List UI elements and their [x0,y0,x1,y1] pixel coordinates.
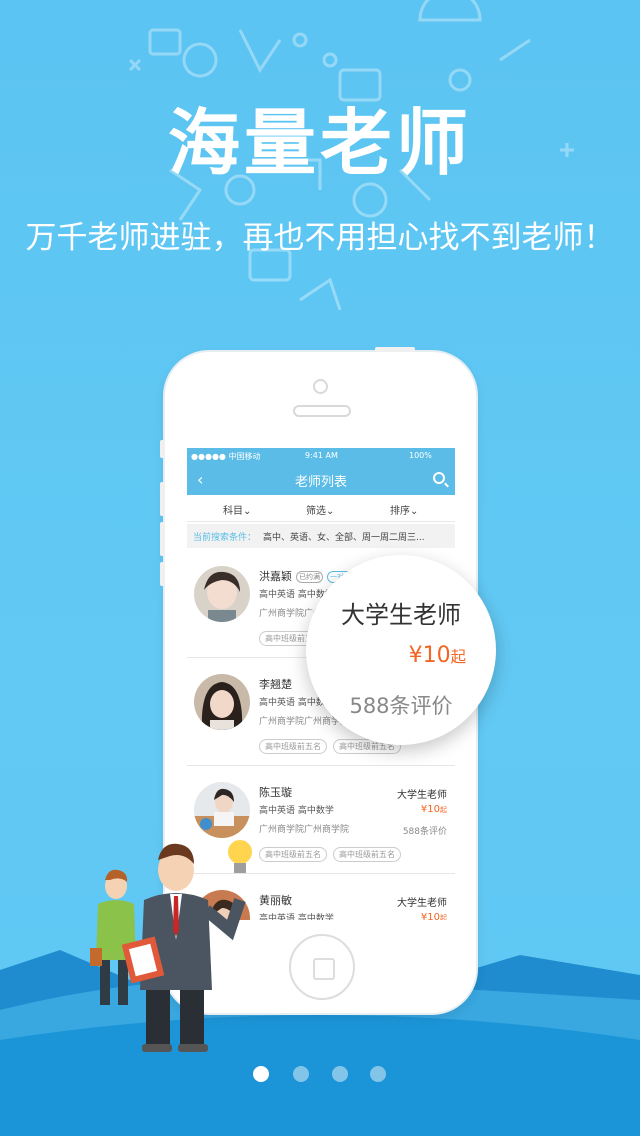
small-teacher-figure [90,869,136,1005]
teacher-name: 陈玉璇 [259,786,292,799]
nav-bar: ‹ 老师列表 [187,464,455,495]
chevron-down-icon: ⌄ [326,506,335,517]
carrier-signal: ●●●●● 中国移动 [191,452,261,461]
teacher-price: ¥10起 [420,804,447,815]
battery-level: 100% [409,451,432,460]
page-dot-4[interactable] [370,1066,386,1082]
power-button [375,347,415,352]
chevron-down-icon: ⌄ [243,506,252,517]
status-badge: 已约满 [296,571,323,583]
search-icon[interactable] [433,472,445,484]
callout-reviews: 588条评价 [349,694,453,718]
page-title: 老师列表 [294,475,347,490]
earpiece-speaker [293,405,351,417]
callout-price: ¥10起 [408,643,466,668]
status-time: 9:41 AM [305,451,338,460]
search-conditions[interactable]: 当前搜索条件： 高中、英语、女、全部、周一周二周三... [187,524,455,548]
chevron-down-icon: ⌄ [410,506,419,517]
teacher-characters-illustration [90,840,252,1052]
home-button [289,934,355,1000]
volume-down-button [160,522,165,556]
teacher-tag: 高中班级前五名 [259,739,327,754]
idea-lightbulb-icon [228,840,252,873]
page-indicator [253,1066,393,1084]
volume-up-button [160,482,165,516]
teacher-tag: 高中班级前五名 [333,847,401,862]
filter-subject-label: 科目 [223,506,243,517]
status-bar: ●●●●● 中国移动 9:41 AM 100% [187,448,455,464]
teacher-tag: 高中班级前五名 [259,847,327,862]
callout-teacher-type: 大学生老师 [341,601,461,629]
conditions-label: 当前搜索条件： [193,533,257,543]
filter-subject[interactable]: 科目⌄ [223,502,251,517]
conditions-value: 高中、英语、女、全部、周一周二周三... [263,533,425,543]
headline: 海量老师 [167,101,472,185]
side-button [160,562,165,586]
page-dot-3[interactable] [332,1066,348,1082]
zoom-magnifier-callout: 大学生老师 ¥10起 588条评价 [306,555,496,745]
main-teacher-figure [121,843,246,1052]
page-dot-1[interactable] [253,1066,269,1082]
teacher-type: 大学生老师 [397,790,447,801]
filter-bar: 科目⌄ 筛选⌄ 排序⌄ [187,495,455,522]
teacher-subjects: 高中英语 高中数学 [259,914,334,920]
mute-switch [160,440,165,458]
teacher-name: 黄丽敏 [259,894,292,907]
subheadline: 万千老师进驻，再也不用担心找不到老师！ [25,220,615,256]
teacher-type: 大学生老师 [397,898,447,909]
teacher-price: ¥10起 [420,912,447,920]
teacher-avatar [194,566,250,622]
teacher-reviews: 588条评价 [402,827,447,837]
teacher-avatar [194,674,250,730]
filter-screen[interactable]: 筛选⌄ [306,502,334,517]
filter-screen-label: 筛选 [306,506,326,517]
page-dot-2[interactable] [293,1066,309,1082]
teacher-tags: 高中班级前五名 高中班级前五名 [259,842,407,862]
filter-sort-label: 排序 [390,506,410,517]
teacher-subjects: 高中英语 高中数学 [259,806,334,816]
teacher-name: 李翘楚 [259,678,292,691]
filter-sort[interactable]: 排序⌄ [390,502,418,517]
teacher-school: 广州商学院广州商学院 [259,825,350,835]
front-camera [313,379,328,394]
